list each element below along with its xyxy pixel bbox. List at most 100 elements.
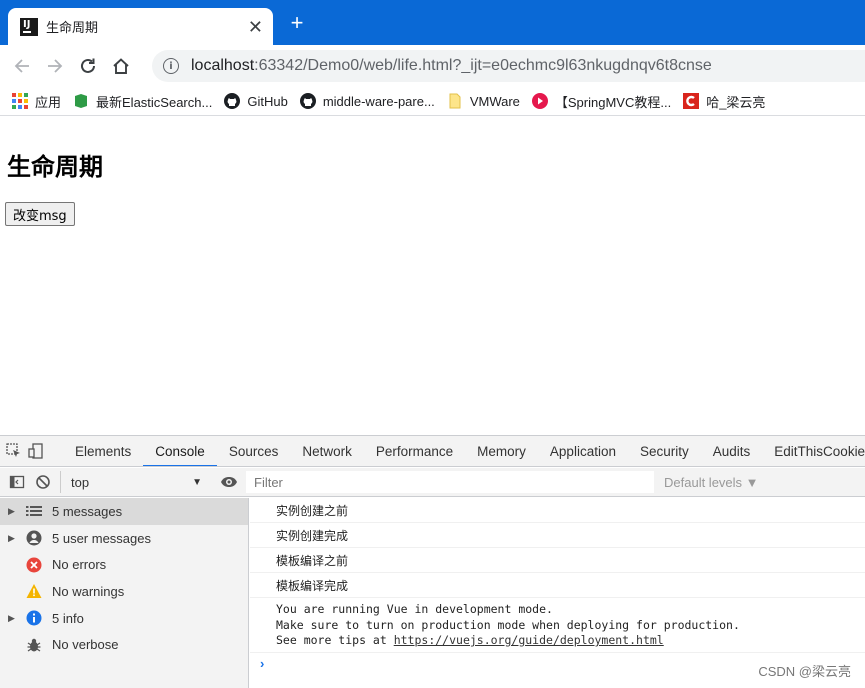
tab-title: 生命周期 [46,20,99,35]
context-value: top [71,474,90,490]
console-toolbar: top ▼ Default levels ▼ [0,468,865,497]
bookmark-label: VMWare [469,93,520,109]
sidebar-item-label: 5 messages [52,503,123,519]
devtools-tab-bar: Elements Console Sources Network Perform… [0,436,865,467]
green-bookmark-icon [75,94,88,108]
log-levels-dropdown[interactable]: Default levels ▼ [664,475,759,490]
bookmark-middle-ware[interactable]: middle-ware-pare... [299,93,435,109]
sidebar-item-label: No errors [52,557,107,573]
expand-arrow-icon[interactable]: ▶ [8,613,20,624]
tab-security[interactable]: Security [628,436,701,466]
expand-arrow-icon[interactable]: ▶ [8,506,20,517]
bookmark-label: 【SpringMVC教程... [554,94,672,110]
live-expression-button[interactable] [220,473,238,491]
sidebar-toggle-icon [9,475,25,489]
csdn-icon [683,93,700,109]
console-message: 实例创建完成 [250,523,865,548]
address-bar[interactable]: i localhost:63342/Demo0/web/life.html?_i… [152,50,865,82]
tab-editthiscookie[interactable]: EditThisCookie [762,436,865,466]
tab-application[interactable]: Application [538,436,628,466]
url-text[interactable]: localhost:63342/Demo0/web/life.html?_ijt… [191,57,712,75]
vue-notice-line: You are running Vue in development mode. [276,602,553,616]
device-icon [28,443,43,459]
back-arrow-icon [14,59,29,73]
back-button[interactable] [11,55,33,77]
tab-audits[interactable]: Audits [701,436,763,466]
browser-toolbar: i localhost:63342/Demo0/web/life.html?_i… [0,45,865,87]
list-icon [26,503,42,519]
sidebar-item-label: 5 user messages [52,530,151,546]
info-icon [26,610,42,626]
show-sidebar-button[interactable] [8,473,26,491]
github-icon [299,93,316,109]
change-msg-button[interactable]: 改变msg [5,202,75,226]
inspect-cursor-icon [6,443,20,457]
sidebar-item-info[interactable]: ▶ 5 info [0,605,248,632]
bookmark-csdn[interactable]: 哈_梁云亮 [683,92,765,111]
sidebar-item-verbose[interactable]: No verbose [0,631,248,658]
console-message: 实例创建之前 [250,498,865,523]
sidebar-item-errors[interactable]: No errors [0,551,248,578]
sidebar-item-warnings[interactable]: No warnings [0,578,248,605]
console-output: 实例创建之前 实例创建完成 模板编译之前 模板编译完成 You are runn… [250,498,865,688]
inspect-element-button[interactable] [6,441,22,461]
tab-console[interactable]: Console [143,436,217,466]
browser-tab[interactable]: IJ 生命周期 ✕ [8,8,273,45]
tab-elements[interactable]: Elements [63,436,143,466]
folder-icon [449,93,461,109]
sidebar-item-user-messages[interactable]: ▶ 5 user messages [0,525,248,552]
page-viewport: 生命周期 改变msg [0,117,865,435]
devtools-panel: Elements Console Sources Network Perform… [0,435,865,688]
intellij-favicon-icon: IJ [20,17,38,36]
home-icon [113,58,129,74]
error-icon [26,557,42,573]
tab-network[interactable]: Network [290,436,364,466]
tab-memory[interactable]: Memory [465,436,538,466]
github-icon [224,93,241,109]
red-circle-icon [531,93,548,109]
bookmark-github[interactable]: GitHub [224,93,288,109]
tab-sources[interactable]: Sources [217,436,291,466]
clear-console-icon [36,475,50,489]
warning-icon [26,583,42,599]
bookmark-apps[interactable]: 应用 [12,92,61,111]
url-host: localhost [191,57,255,74]
reload-button[interactable] [77,55,99,77]
bookmark-label: GitHub [247,93,288,109]
tab-close-icon[interactable]: ✕ [248,18,263,36]
tab-performance[interactable]: Performance [364,436,465,466]
vue-notice-line: Make sure to turn on production mode whe… [276,617,740,632]
sidebar-item-label: No warnings [52,583,125,599]
expand-arrow-icon[interactable]: ▶ [8,533,20,544]
console-message: 模板编译之前 [250,548,865,573]
bookmark-label: middle-ware-pare... [322,93,435,109]
console-filter-input[interactable] [246,471,654,493]
device-toolbar-button[interactable] [28,441,44,461]
bookmark-springmvc[interactable]: 【SpringMVC教程... [531,92,672,111]
new-tab-button[interactable]: + [286,12,308,34]
console-message: 模板编译完成 [250,573,865,598]
console-sidebar: ▶ 5 messages ▶ 5 user messages No errors [0,498,249,688]
eye-icon [221,477,237,487]
user-icon [26,530,42,546]
browser-tab-strip: IJ 生命周期 ✕ + [0,0,865,45]
bookmarks-bar: 应用 最新ElasticSearch... GitHub middle-ware… [0,87,865,116]
bookmark-elasticsearch[interactable]: 最新ElasticSearch... [73,92,212,111]
forward-button[interactable] [44,55,66,77]
sidebar-item-messages[interactable]: ▶ 5 messages [0,498,248,525]
url-path: :63342/Demo0/web/life.html?_ijt=e0echmc9… [254,57,712,74]
site-info-icon[interactable]: i [163,58,179,74]
bookmark-label: 哈_梁云亮 [706,94,766,110]
vue-notice-prefix: See more tips at [276,633,394,647]
bug-icon [26,637,42,653]
vue-deployment-link[interactable]: https://vuejs.org/guide/deployment.html [394,633,664,647]
home-button[interactable] [110,55,132,77]
forward-arrow-icon [48,59,63,73]
sidebar-item-label: 5 info [52,610,84,626]
clear-console-button[interactable] [34,473,52,491]
bookmark-label: 最新ElasticSearch... [96,94,213,110]
dropdown-caret-icon: ▼ [192,476,202,488]
context-selector[interactable]: top ▼ [60,471,210,493]
bookmark-vmware[interactable]: VMWare [447,93,520,109]
reload-icon [81,58,95,73]
